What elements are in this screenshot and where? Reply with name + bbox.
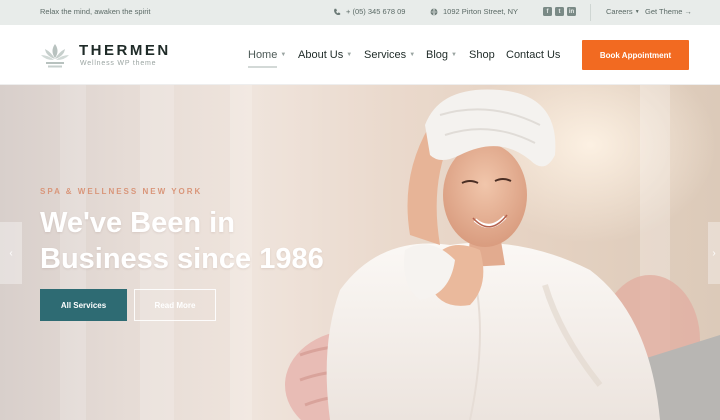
globe-icon — [430, 7, 438, 16]
social-links: f t in — [543, 7, 576, 16]
nav-label: Home — [248, 49, 278, 61]
nav-contact-us[interactable]: Contact Us — [506, 49, 560, 61]
phone-number: + (05) 345 678 09 — [346, 7, 406, 16]
site-header: THERMEN Wellness WP theme Home ▼ About U… — [0, 25, 720, 85]
chevron-down-icon: ▼ — [409, 52, 416, 58]
twitter-icon[interactable]: t — [555, 7, 564, 16]
brand-tagline: Wellness WP theme — [80, 60, 157, 67]
brand-name[interactable]: THERMEN — [79, 42, 171, 59]
chevron-right-icon: › — [712, 247, 716, 259]
read-more-button[interactable]: Read More — [134, 289, 216, 321]
topbar-divider — [590, 4, 591, 21]
hero-title: We've Been in Business since 1986 — [40, 207, 324, 275]
facebook-icon[interactable]: f — [543, 7, 552, 16]
nav-blog[interactable]: Blog ▼ — [426, 49, 457, 61]
nav-label: Shop — [469, 49, 495, 61]
tagline: Relax the mind, awaken the spirit — [40, 7, 151, 16]
nav-home[interactable]: Home ▼ — [248, 49, 286, 61]
chevron-down-icon: ▼ — [280, 52, 287, 58]
nav-services[interactable]: Services ▼ — [364, 49, 415, 61]
nav-label: Services — [364, 49, 407, 61]
nav-shop[interactable]: Shop — [469, 49, 495, 61]
phone-icon — [334, 8, 341, 15]
slider-prev-button[interactable]: ‹ — [0, 222, 22, 284]
nav-label: About Us — [298, 49, 344, 61]
book-appointment-button[interactable]: Book Appointment — [582, 40, 689, 70]
get-theme-link[interactable]: Get Theme → — [645, 7, 692, 16]
nav-label: Contact Us — [506, 49, 561, 61]
chevron-left-icon: ‹ — [9, 247, 13, 259]
hero-eyebrow: SPA & WELLNESS NEW YORK — [40, 187, 203, 196]
chevron-down-icon: ▼ — [634, 8, 640, 15]
address-text: 1092 Pirton Street, NY — [443, 7, 519, 16]
nav-about-us[interactable]: About Us ▼ — [298, 49, 352, 61]
arrow-right-icon: → — [684, 7, 692, 16]
hero-slider: ‹ › SPA & WELLNESS NEW YORK We've Been i… — [0, 85, 720, 420]
get-theme-label: Get Theme — [645, 7, 683, 16]
phone-contact[interactable]: + (05) 345 678 09 — [333, 7, 405, 16]
careers-link[interactable]: Careers ▼ — [606, 7, 640, 16]
nav-label: Blog — [426, 49, 449, 61]
active-nav-indicator — [248, 66, 277, 68]
careers-label: Careers — [606, 7, 633, 16]
slider-next-button[interactable]: › — [708, 222, 720, 284]
chevron-down-icon: ▼ — [451, 52, 457, 58]
all-services-button[interactable]: All Services — [40, 289, 127, 321]
address-contact[interactable]: 1092 Pirton Street, NY — [430, 7, 518, 16]
lotus-logo-icon[interactable] — [40, 41, 70, 69]
chevron-down-icon: ▼ — [346, 52, 353, 58]
top-bar: Relax the mind, awaken the spirit + (05)… — [0, 0, 720, 25]
linkedin-icon[interactable]: in — [567, 7, 576, 16]
